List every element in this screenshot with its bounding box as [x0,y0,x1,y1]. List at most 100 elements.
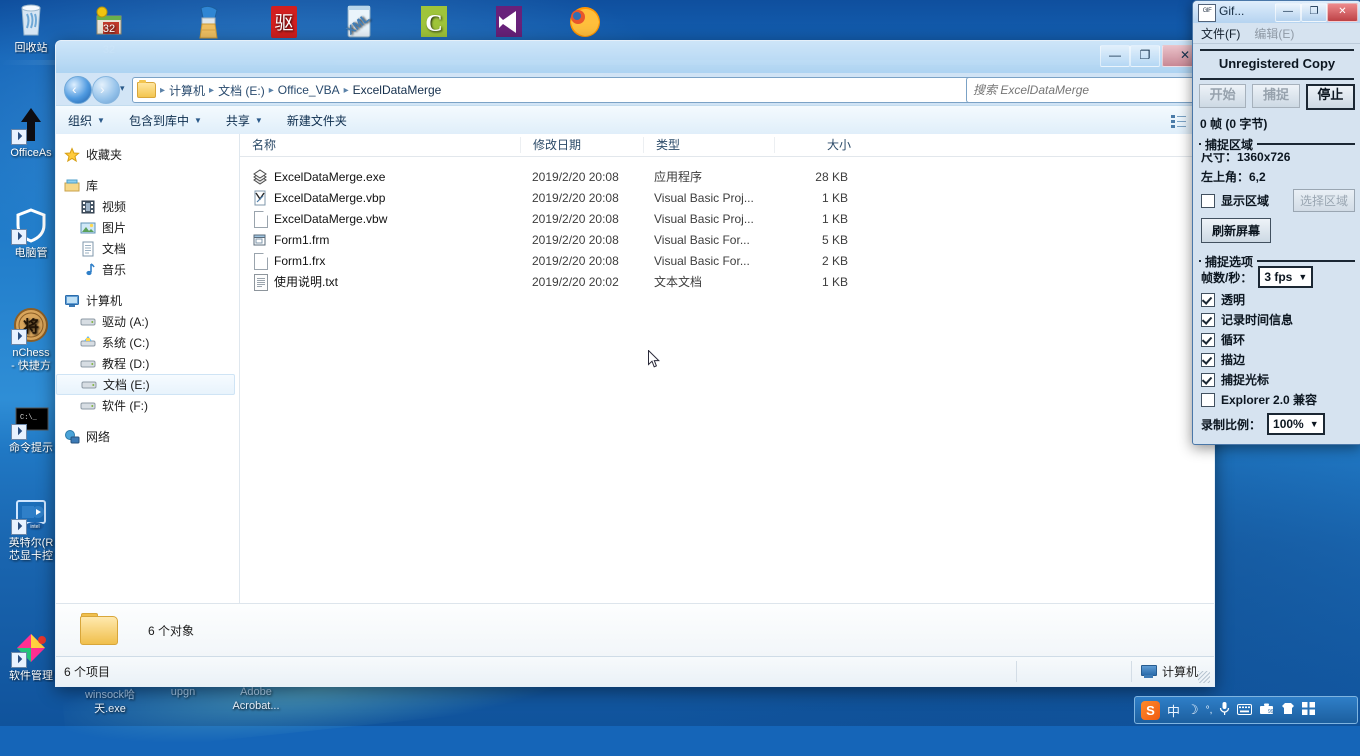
option-loop[interactable]: 循环 [1199,328,1355,348]
option-outline[interactable]: 描边 [1199,348,1355,368]
moon-icon[interactable]: ☽ [1187,702,1199,718]
sidebar-item-drive-e[interactable]: 文档 (E:) [56,374,235,395]
address-field[interactable]: ▸ 计算机 ▸ 文档 (E:) ▸ Office_VBA ▸ ExcelData… [132,77,1029,103]
sogou-ime-toolbar[interactable]: S 中 ☽ °, 99 [1134,696,1358,724]
sidebar-item-music[interactable]: 音乐 [56,259,239,280]
sidebar-item-drive-c[interactable]: 系统 (C:) [56,332,239,353]
sidebar-item-library[interactable]: 库 [56,175,239,196]
desktop-icon-label-tianexe: 天.exe [94,703,126,715]
file-date: 2019/2/20 20:08 [532,190,619,205]
breadcrumb-item-computer[interactable]: 计算机 [166,82,208,99]
column-header-type[interactable]: 类型 [643,137,774,153]
desktop-icon-c-language[interactable]: C [403,2,465,44]
sidebar-item-network[interactable]: 网络 [56,426,239,447]
explorer-minimize-button[interactable]: — [1100,45,1130,67]
search-box[interactable] [966,77,1200,103]
scale-select[interactable]: 100% ▼ [1267,413,1325,435]
back-button[interactable]: ‹ [64,76,92,104]
table-row[interactable]: Form1.frm 2019/2/20 20:08 Visual Basic F… [240,229,1214,250]
change-view-icon[interactable] [1171,114,1187,128]
table-row[interactable]: ExcelDataMerge.vbw 2019/2/20 20:08 Visua… [240,208,1214,229]
capture-cursor-checkbox[interactable] [1201,372,1215,387]
microphone-icon[interactable] [1219,701,1230,719]
table-row[interactable]: ExcelDataMerge.vbp 2019/2/20 20:08 Visua… [240,187,1214,208]
menu-grid-icon[interactable] [1302,702,1316,718]
desktop-icon-chess[interactable]: 将 nChess - 快捷方 [0,305,62,373]
breadcrumb-item-drive-e[interactable]: 文档 (E:) [215,82,268,99]
show-area-checkbox[interactable] [1201,193,1215,208]
option-record-timing[interactable]: 记录时间信息 [1199,308,1355,328]
sidebar-item-documents[interactable]: 文档 [56,238,239,259]
start-button[interactable]: 开始 [1199,84,1247,108]
desktop-icon-visual-studio[interactable] [478,2,540,44]
desktop-icon-recycle-bin[interactable]: 回收站 [0,0,62,54]
table-row[interactable]: ExcelDataMerge.exe 2019/2/20 20:08 应用程序 … [240,166,1214,187]
desktop-icon-officeas[interactable]: OfficeAs [0,105,62,159]
fps-select[interactable]: 3 fps ▼ [1258,266,1314,288]
gif-titlebar[interactable]: Gif... — ❐ ✕ [1193,1,1360,23]
stop-button[interactable]: 停止 [1305,84,1355,110]
toolbar-include-in-library[interactable]: 包含到库中 ▼ [117,112,214,129]
column-header-name[interactable]: 名称 [240,137,520,153]
sidebar-item-favorites[interactable]: 收藏夹 [56,144,239,165]
sidebar-item-drive-d[interactable]: 教程 (D:) [56,353,239,374]
table-row[interactable]: Form1.frx 2019/2/20 20:08 Visual Basic F… [240,250,1214,271]
sidebar-item-drive-a[interactable]: 驱动 (A:) [56,311,239,332]
history-dropdown-icon[interactable]: ▾ [120,83,125,94]
desktop-icon-software-manager[interactable]: 软件管理 [0,628,62,682]
search-input[interactable] [967,79,1199,101]
toolbar-organize[interactable]: 组织 ▼ [56,112,117,129]
option-explorer-compat[interactable]: Explorer 2.0 兼容 [1199,388,1355,408]
desktop-icon-computer-manager[interactable]: 电脑管 [0,205,62,259]
loop-checkbox[interactable] [1201,332,1215,347]
menu-file[interactable]: 文件(F) [1201,25,1240,42]
chinese-input-icon[interactable]: 中 [1167,701,1180,720]
gif-maximize-button[interactable]: ❐ [1301,3,1327,22]
capture-button[interactable]: 捕捉 [1252,84,1300,108]
option-label: 捕捉光标 [1221,373,1270,387]
transparent-checkbox[interactable] [1201,292,1215,307]
breadcrumb-item-office-vba[interactable]: Office_VBA [275,83,343,97]
option-capture-cursor[interactable]: 捕捉光标 [1199,368,1355,388]
toolbar-new-folder[interactable]: 新建文件夹 [275,112,359,129]
file-date: 2019/2/20 20:08 [532,253,619,268]
desktop-icon-firefox[interactable] [553,2,615,44]
desktop-icon-xml[interactable]: XML [328,2,390,44]
select-area-button[interactable]: 选择区域 [1292,189,1355,212]
skin-icon[interactable] [1281,702,1295,718]
toolbar-share[interactable]: 共享 ▼ [214,112,275,129]
desktop-icon-cleaner[interactable] [178,2,240,44]
column-header-size[interactable]: 大小 [774,137,857,153]
file-size: 1 KB [821,190,848,205]
gif-minimize-button[interactable]: — [1275,3,1301,22]
desktop-icon-intel-graphics[interactable]: intel 英特尔(R 芯显卡控 [0,495,62,563]
column-header-date[interactable]: 修改日期 [520,137,643,153]
explorer-maximize-button[interactable]: ❐ [1130,45,1160,67]
forward-button[interactable]: › [92,76,120,104]
explorer-compat-checkbox[interactable] [1201,392,1215,407]
sidebar-item-computer[interactable]: 计算机 [56,290,239,311]
sogou-logo-icon[interactable]: S [1141,700,1160,720]
gif-close-button[interactable]: ✕ [1327,3,1358,22]
explorer-titlebar[interactable]: — ❐ ✕ [56,41,1214,73]
toolbar-label: 组织 [68,114,93,128]
keyboard-icon[interactable] [1237,703,1253,718]
outline-checkbox[interactable] [1201,352,1215,367]
toolbox-icon[interactable]: 99 [1259,702,1274,718]
sidebar-item-videos[interactable]: 视频 [56,196,239,217]
sidebar-item-drive-f[interactable]: 软件 (F:) [56,395,239,416]
gif-recorder-window: Gif... — ❐ ✕ 文件(F) 编辑(E) Unregistered Co… [1192,0,1360,445]
degree-icon[interactable]: °, [1206,705,1213,716]
forward-arrow-icon: › [100,81,105,97]
chevron-down-icon: ▼ [97,116,105,125]
table-row[interactable]: 使用说明.txt 2019/2/20 20:02 文本文档 1 KB [240,271,1214,292]
desktop-icon-command-prompt[interactable]: C:\_ 命令提示 [0,400,62,454]
sidebar-item-pictures[interactable]: 图片 [56,217,239,238]
resize-grip[interactable] [1198,671,1210,683]
option-transparent[interactable]: 透明 [1199,288,1355,308]
record-timing-checkbox[interactable] [1201,312,1215,327]
desktop-icon-driver[interactable]: 驱 [253,2,315,44]
desktop-icon-label: nChess - 快捷方 [11,347,51,372]
refresh-screen-button[interactable]: 刷新屏幕 [1201,218,1272,243]
breadcrumb-item-exceldatamerge[interactable]: ExcelDataMerge [350,83,445,97]
